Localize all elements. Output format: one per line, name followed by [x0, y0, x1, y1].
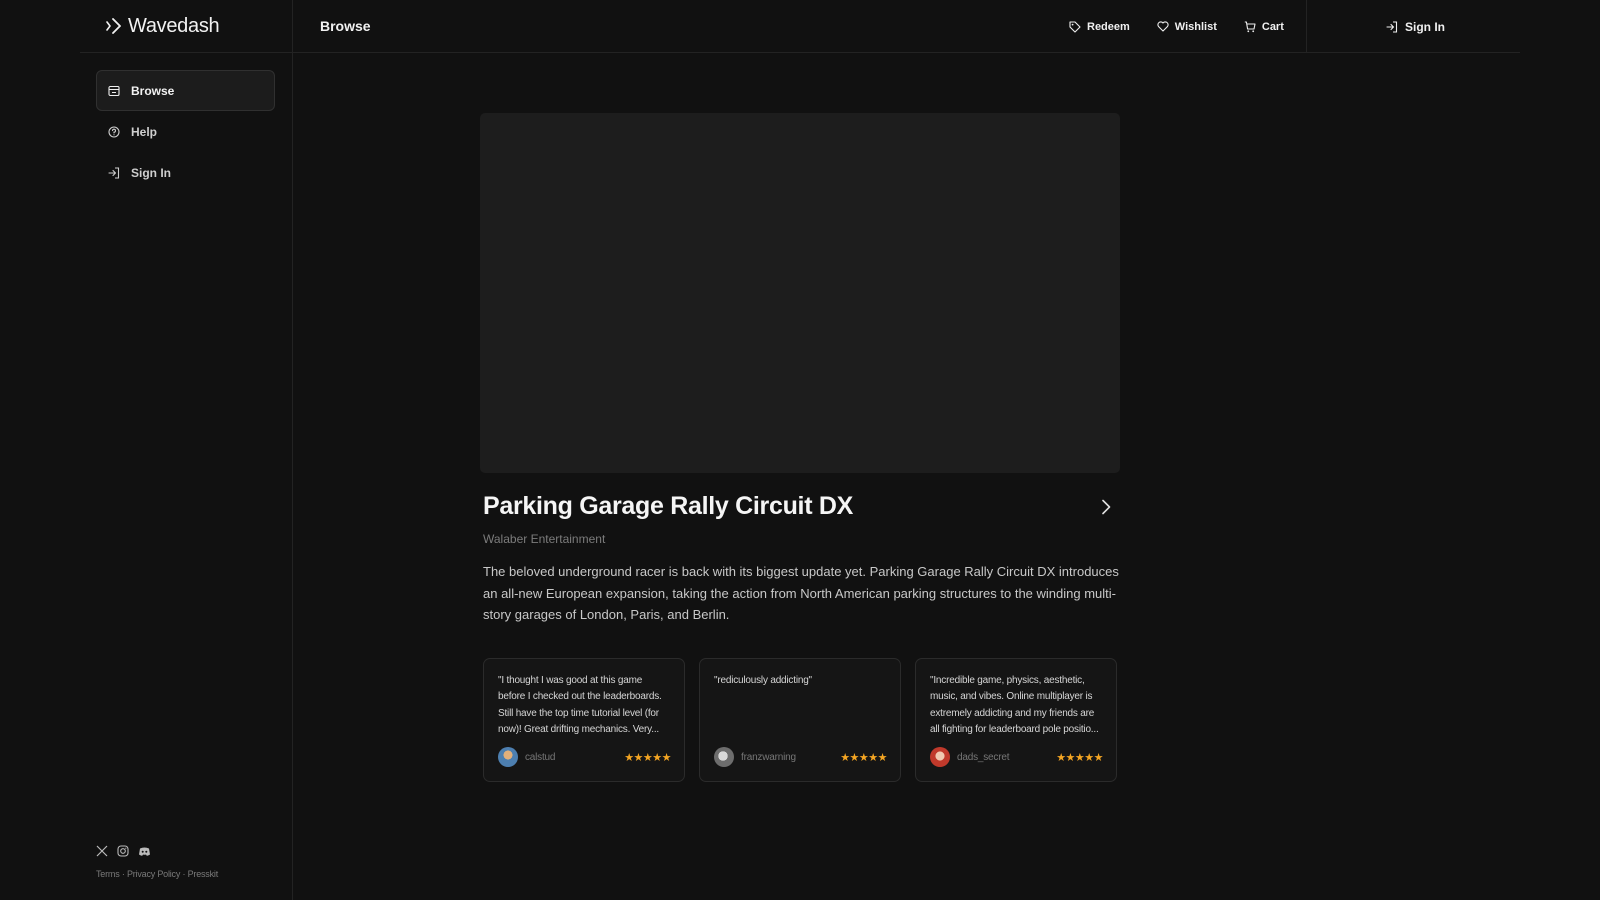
- sidebar-nav: Browse Help Sign In: [96, 70, 275, 193]
- legal-separator: ·: [121, 869, 125, 879]
- help-circle-icon: [108, 125, 120, 138]
- brand-name: Wavedash: [128, 14, 220, 37]
- wishlist-link[interactable]: Wishlist: [1157, 21, 1217, 33]
- sign-in-icon: [1386, 20, 1398, 33]
- avatar: [714, 747, 734, 767]
- star-rating: ★★★★★: [1056, 751, 1103, 764]
- avatar: [930, 747, 950, 767]
- x-icon[interactable]: [96, 845, 108, 857]
- header-sign-in-button[interactable]: Sign In: [1386, 0, 1445, 53]
- top-header: Wavedash Browse Redeem Wishlist Cart Sig…: [80, 0, 1520, 53]
- review-author: calstud: [525, 751, 556, 763]
- sidebar-item-label: Sign In: [131, 165, 171, 180]
- review-card[interactable]: "I thought I was good at this game befor…: [483, 658, 685, 782]
- review-card[interactable]: "rediculously addicting" franzwarning ★★…: [699, 658, 901, 782]
- tag-icon: [1069, 20, 1081, 33]
- instagram-icon[interactable]: [117, 845, 129, 857]
- avatar: [498, 747, 518, 767]
- review-footer: calstud ★★★★★: [498, 747, 671, 767]
- review-author: dads_secret: [957, 751, 1010, 763]
- redeem-link[interactable]: Redeem: [1069, 21, 1130, 33]
- app-frame: Wavedash Browse Redeem Wishlist Cart Sig…: [80, 0, 1520, 900]
- header-nav: Redeem Wishlist Cart: [1069, 0, 1284, 53]
- sidebar-item-label: Help: [131, 124, 158, 139]
- star-rating: ★★★★★: [624, 751, 671, 764]
- reviews-list: "I thought I was good at this game befor…: [483, 658, 1117, 782]
- game-hero-media[interactable]: [480, 113, 1120, 473]
- cart-link[interactable]: Cart: [1244, 21, 1284, 33]
- discord-icon[interactable]: [138, 846, 151, 857]
- page-title: Browse: [320, 18, 371, 34]
- review-card[interactable]: "Incredible game, physics, aesthetic, mu…: [915, 658, 1117, 782]
- review-footer: franzwarning ★★★★★: [714, 747, 887, 767]
- social-links: [96, 845, 218, 857]
- game-title: Parking Garage Rally Circuit DX: [483, 492, 853, 520]
- sidebar-divider: [292, 0, 293, 900]
- sidebar-item-sign-in[interactable]: Sign In: [96, 152, 275, 193]
- sidebar-item-browse[interactable]: Browse: [96, 70, 275, 111]
- review-text: "I thought I was good at this game befor…: [498, 675, 662, 735]
- game-description: The beloved underground racer is back wi…: [483, 564, 1119, 622]
- wavedash-logo-icon: [106, 18, 121, 34]
- star-rating: ★★★★★: [840, 751, 887, 764]
- review-footer: dads_secret ★★★★★: [930, 747, 1103, 767]
- sign-in-icon: [108, 166, 120, 179]
- legal-links: Terms · Privacy Policy · Presskit: [96, 869, 218, 879]
- heart-icon: [1157, 21, 1169, 32]
- sidebar-item-label: Browse: [131, 83, 175, 98]
- review-text: "Incredible game, physics, aesthetic, mu…: [930, 675, 1099, 735]
- cart-label: Cart: [1261, 20, 1284, 33]
- chevron-right-icon[interactable]: [1101, 499, 1111, 515]
- wishlist-label: Wishlist: [1174, 20, 1217, 33]
- header-divider: [1306, 0, 1307, 53]
- legal-separator: ·: [182, 869, 186, 879]
- redeem-label: Redeem: [1087, 20, 1130, 33]
- cart-icon: [1244, 20, 1256, 32]
- header-sign-in-label: Sign In: [1405, 19, 1445, 34]
- store-icon: [108, 85, 120, 96]
- review-author: franzwarning: [741, 751, 796, 763]
- terms-link[interactable]: Terms: [96, 869, 120, 879]
- review-text: "rediculously addicting": [714, 675, 812, 686]
- privacy-policy-link[interactable]: Privacy Policy: [127, 869, 180, 879]
- sidebar-footer: Terms · Privacy Policy · Presskit: [96, 845, 218, 879]
- sidebar-item-help[interactable]: Help: [96, 111, 275, 152]
- game-publisher[interactable]: Walaber Entertainment: [483, 532, 605, 546]
- presskit-link[interactable]: Presskit: [188, 869, 219, 879]
- wavedash-logo[interactable]: Wavedash: [106, 13, 220, 39]
